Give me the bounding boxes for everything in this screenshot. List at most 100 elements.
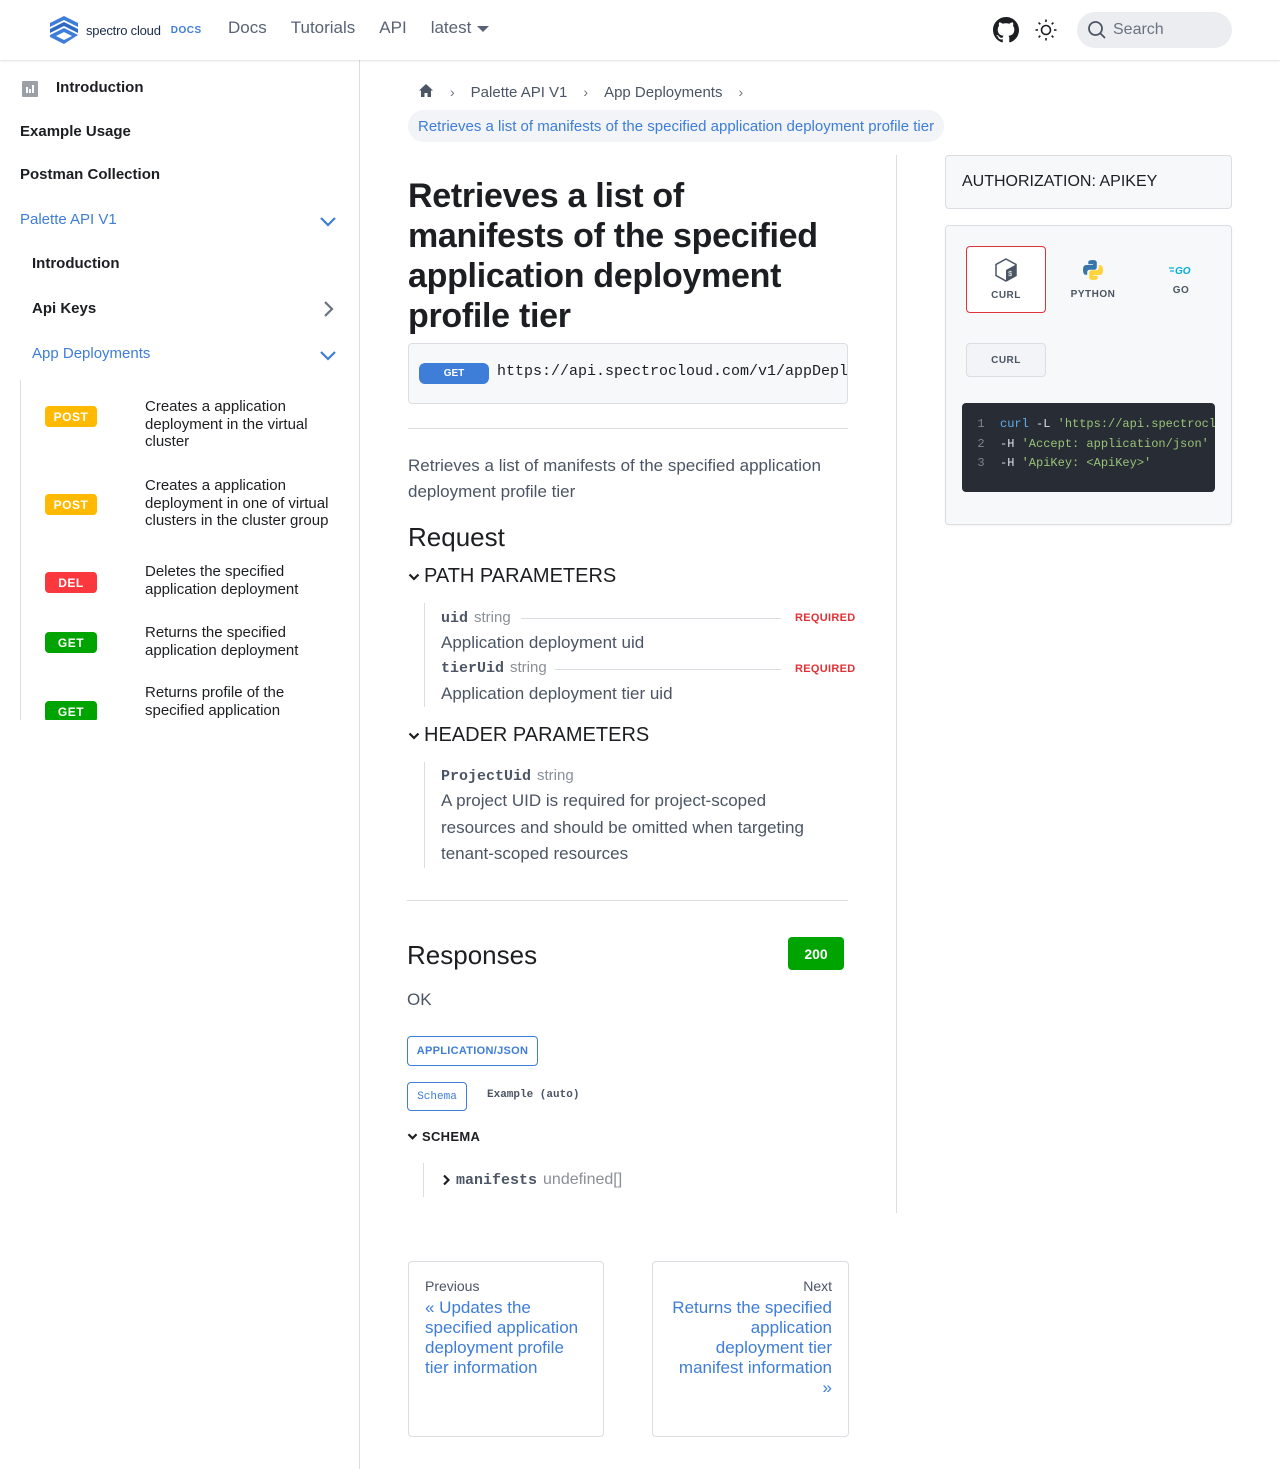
code-line: 2 -H 'Accept: application/json': [962, 437, 1215, 457]
param-description: Application deployment tier uid: [441, 684, 673, 703]
breadcrumb: › Palette API V1 › App Deployments ›: [408, 78, 749, 106]
sidebar-item-example-usage[interactable]: Example Usage: [20, 123, 131, 140]
brand-text: spectro cloud: [86, 22, 161, 38]
lang-label: GO: [1172, 285, 1190, 296]
search-bar[interactable]: [1077, 12, 1232, 48]
method-badge-post: POST: [45, 406, 97, 427]
caret-down-icon: [477, 26, 490, 32]
endpoint-label[interactable]: Deletes the specified application deploy…: [145, 563, 335, 598]
top-navbar: spectro cloud DOCS Docs Tutorials API la…: [0, 0, 1280, 60]
content-type-tab[interactable]: APPLICATION/JSON: [407, 1036, 538, 1066]
code-variant-tab-curl[interactable]: CURL: [966, 343, 1046, 377]
chevron-down-icon: [407, 1133, 418, 1140]
home-icon: [419, 83, 433, 97]
authorization-box[interactable]: AUTHORIZATION: APIKEY: [945, 155, 1232, 209]
sun-icon: [1035, 19, 1057, 41]
spectro-cloud-logo-icon: [50, 16, 78, 44]
breadcrumb-palette-api-v1[interactable]: Palette API V1: [461, 84, 578, 101]
nav-link-tutorials[interactable]: Tutorials: [291, 18, 356, 38]
line-number: 2: [977, 436, 985, 451]
tab-example-auto[interactable]: Example (auto): [487, 1089, 579, 1101]
breadcrumb-current: Retrieves a list of manifests of the spe…: [408, 110, 945, 142]
code-block[interactable]: 1 curl -L 'https://api.spectrocloud.com/…: [962, 403, 1215, 492]
tab-lang-go[interactable]: GO GO: [1141, 246, 1221, 313]
path-parameters-toggle[interactable]: PATH PARAMETERS: [408, 565, 616, 588]
divider: [407, 900, 848, 901]
code-token: -L: [1028, 417, 1058, 431]
tab-lang-python[interactable]: PYTHON: [1053, 246, 1133, 313]
param-name: uid: [441, 610, 469, 627]
github-icon: [993, 17, 1019, 43]
go-icon: GO: [1169, 266, 1191, 277]
tab-schema[interactable]: Schema: [407, 1082, 467, 1111]
pager-next-sub: Next: [803, 1278, 832, 1294]
param-name: ProjectUid: [441, 768, 532, 785]
required-badge: REQUIRED: [795, 663, 856, 675]
nav-link-docs[interactable]: Docs: [228, 18, 267, 38]
path-params-list: uid string REQUIRED Application deploymen…: [424, 603, 855, 707]
breadcrumb-home[interactable]: [408, 83, 444, 102]
response-code-tab-200[interactable]: 200: [788, 937, 844, 970]
github-link[interactable]: [993, 17, 1019, 43]
lang-label: PYTHON: [1070, 289, 1116, 300]
sidebar-item-postman-collection[interactable]: Postman Collection: [20, 166, 160, 183]
header-parameters-heading: HEADER PARAMETERS: [424, 724, 650, 746]
param-projectuid: ProjectUid string: [441, 767, 574, 785]
pager-previous[interactable]: Previous « Updates the specified applica…: [408, 1261, 604, 1437]
version-dropdown[interactable]: latest: [431, 18, 490, 38]
param-uid: uid string: [441, 609, 511, 627]
header-parameters-toggle[interactable]: HEADER PARAMETERS: [408, 724, 649, 747]
sidebar-item-palette-api-v1[interactable]: Palette API V1: [20, 211, 117, 228]
page-title: Retrieves a list of manifests of the spe…: [408, 177, 818, 335]
pager-previous-label: « Updates the specified application depl…: [425, 1298, 579, 1377]
code-samples-panel: $ CURL PYTHON GO GO CURL 1 curl -L 'http…: [945, 225, 1232, 525]
column-divider: [896, 155, 897, 1213]
sidebar-item-introduction[interactable]: Introduction: [56, 79, 143, 96]
code-line: 3 -H 'ApiKey: <ApiKey>': [962, 456, 1215, 476]
theme-toggle[interactable]: [1033, 17, 1059, 43]
breadcrumb-separator-icon: ›: [583, 84, 589, 100]
endpoint-description: Retrieves a list of manifests of the spe…: [408, 456, 821, 501]
required-badge: REQUIRED: [795, 612, 856, 624]
param-description: A project UID is required for project-sc…: [441, 791, 804, 863]
breadcrumb-app-deployments[interactable]: App Deployments: [594, 84, 732, 101]
sidebar: Introduction Example Usage Postman Colle…: [0, 60, 360, 1469]
breadcrumb-separator-icon: ›: [450, 84, 455, 100]
sidebar-item-sub-introduction[interactable]: Introduction: [32, 255, 119, 272]
schema-toggle[interactable]: SCHEMA: [407, 1129, 480, 1144]
search-icon: [1088, 21, 1106, 39]
chevron-down-icon: [408, 732, 420, 740]
sidebar-item-app-deployments[interactable]: App Deployments: [32, 345, 150, 362]
chevron-down-icon[interactable]: [318, 345, 338, 365]
tab-lang-curl[interactable]: $ CURL: [966, 246, 1046, 313]
endpoint-label[interactable]: Creates a application deployment in the …: [145, 398, 335, 451]
pager-next[interactable]: Next Returns the specified application d…: [652, 1261, 849, 1437]
path-parameters-heading: PATH PARAMETERS: [424, 565, 617, 587]
brand-logo-link[interactable]: spectro cloud DOCS: [48, 15, 202, 45]
endpoint-url: https://api.spectrocloud.com/v1/appDeplo…: [497, 363, 848, 380]
method-badge-delete: DEL: [45, 572, 97, 593]
code-token: -H: [1000, 436, 1022, 451]
chevron-down-icon[interactable]: [318, 211, 338, 231]
schema-field-manifests[interactable]: manifests undefined[]: [442, 1171, 622, 1189]
brand-docs-label: DOCS: [170, 24, 202, 36]
chevron-right-icon: [443, 1174, 450, 1186]
chevron-right-icon[interactable]: [318, 299, 338, 319]
schema-field-name: manifests: [456, 1172, 538, 1189]
search-input[interactable]: [1113, 21, 1223, 39]
pager-next-label: Returns the specified application deploy…: [672, 1298, 832, 1397]
endpoint-label[interactable]: Creates a application deployment in one …: [145, 477, 335, 530]
nav-link-api[interactable]: API: [379, 18, 406, 38]
responses-heading: Responses: [407, 940, 538, 970]
sidebar-item-api-keys[interactable]: Api Keys: [32, 300, 96, 317]
param-type: string: [510, 659, 547, 676]
line-number: 3: [977, 456, 985, 470]
endpoint-label[interactable]: Returns profile of the specified applica…: [145, 684, 335, 719]
endpoint-url-box[interactable]: GET https://api.spectrocloud.com/v1/appD…: [408, 343, 848, 404]
line-number: 1: [977, 417, 985, 431]
svg-text:$: $: [1008, 271, 1012, 279]
code-token: 'https://api.spectrocloud.com/v1/appDepl…: [1057, 417, 1215, 431]
endpoint-label[interactable]: Returns the specified application deploy…: [145, 624, 335, 659]
param-type: string: [474, 609, 511, 626]
lang-label: CURL: [991, 290, 1021, 301]
